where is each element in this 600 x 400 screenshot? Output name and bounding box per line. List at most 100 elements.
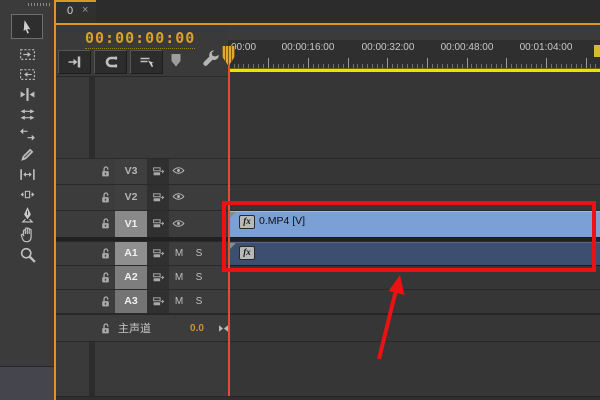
solo-button[interactable]: S — [189, 265, 209, 289]
tab-sequence-0[interactable] — [56, 0, 96, 23]
ruler-tick — [545, 58, 547, 68]
track-target-button[interactable]: V2 — [115, 184, 147, 210]
sync-lock-icon — [152, 247, 165, 260]
divider — [56, 184, 600, 185]
insert-overwrite-nest-button[interactable] — [58, 50, 91, 74]
track-target-button[interactable]: V1 — [115, 210, 147, 237]
lock-icon — [99, 191, 112, 204]
track-lock-toggle[interactable] — [95, 210, 115, 237]
audio-clip[interactable]: fx — [229, 242, 600, 266]
eye-icon — [172, 164, 186, 178]
mute-button[interactable]: M — [169, 265, 189, 289]
sync-lock-icon — [152, 295, 165, 308]
lock-icon — [99, 271, 112, 284]
pen-icon — [19, 206, 36, 223]
ruler-tick — [387, 58, 389, 68]
marker-icon — [168, 52, 184, 68]
tab-close-icon[interactable]: × — [82, 4, 88, 16]
hand-tool[interactable] — [13, 224, 41, 244]
rate-stretch-icon — [19, 126, 36, 143]
divider — [56, 289, 600, 290]
track-header-a3: A3 M S — [56, 289, 228, 313]
sync-lock-toggle[interactable] — [147, 241, 169, 265]
track-output-toggle[interactable] — [169, 210, 189, 237]
magnet-icon — [103, 54, 119, 70]
tools-panel-grip[interactable] — [28, 3, 52, 6]
solo-button[interactable]: S — [189, 289, 209, 313]
pen-tool[interactable] — [13, 204, 41, 224]
playhead-timecode[interactable]: 00:00:00:00 — [85, 29, 196, 49]
sync-lock-icon — [152, 217, 165, 230]
zoom-tool[interactable] — [13, 244, 41, 264]
track-lock-toggle[interactable] — [95, 158, 115, 184]
track-target-button[interactable]: V3 — [115, 158, 147, 184]
track-select-forward-tool[interactable] — [13, 44, 41, 64]
lock-icon — [99, 217, 112, 230]
ruler-tick — [585, 58, 587, 68]
fx-badge[interactable]: fx — [239, 215, 255, 229]
divider — [56, 341, 600, 342]
slip-tool[interactable] — [13, 164, 41, 184]
selection-tool[interactable] — [11, 14, 43, 39]
hand-icon — [19, 226, 36, 243]
track-lock-toggle[interactable] — [95, 241, 115, 265]
ripple-edit-tool[interactable] — [13, 84, 41, 104]
slide-icon — [19, 186, 36, 203]
ruler-tick — [307, 58, 309, 68]
fx-badge[interactable]: fx — [239, 246, 255, 260]
eye-icon — [172, 190, 186, 204]
tab-bar — [56, 0, 600, 23]
sync-lock-toggle[interactable] — [147, 158, 169, 184]
track-header-a2: A2 M S — [56, 265, 228, 289]
track-forward-icon — [19, 46, 36, 63]
slide-tool[interactable] — [13, 184, 41, 204]
track-lock-toggle[interactable] — [95, 265, 115, 289]
track-lock-toggle[interactable] — [95, 184, 115, 210]
wrench-icon — [201, 50, 220, 69]
lock-icon — [99, 322, 112, 335]
time-ruler[interactable]: 00:00 00:00:16:00 00:00:32:00 00:00:48:00 00… — [228, 40, 600, 68]
divider — [56, 158, 600, 159]
sync-lock-toggle[interactable] — [147, 184, 169, 210]
track-output-toggle[interactable] — [169, 184, 189, 210]
sync-lock-icon — [152, 271, 165, 284]
track-target-button[interactable]: A3 — [115, 289, 147, 313]
nest-icon — [67, 54, 83, 70]
sync-lock-toggle[interactable] — [147, 210, 169, 237]
video-clip[interactable]: fx 0.MP4 [V] — [229, 211, 600, 238]
track-target-button[interactable]: A1 — [115, 241, 147, 265]
mute-button[interactable]: M — [169, 289, 189, 313]
sync-lock-toggle[interactable] — [147, 265, 169, 289]
master-track-label: 主声道 — [118, 323, 151, 335]
playhead-line — [228, 57, 230, 396]
ruler-time-label: 00:00:16:00 — [281, 42, 335, 53]
linked-selection-button[interactable] — [130, 50, 163, 74]
magnifier-icon — [19, 246, 36, 263]
track-target-button[interactable]: A2 — [115, 265, 147, 289]
track-header-v2: V2 — [56, 184, 228, 210]
ripple-icon — [19, 86, 36, 103]
solo-button[interactable]: S — [189, 241, 209, 265]
mute-button[interactable]: M — [169, 241, 189, 265]
master-volume-value[interactable]: 0.0 — [180, 315, 214, 341]
rate-stretch-tool[interactable] — [13, 124, 41, 144]
track-lock-toggle[interactable] — [95, 289, 115, 313]
snap-button[interactable] — [94, 50, 127, 74]
clip-fade-corner[interactable] — [229, 212, 236, 219]
work-area-end-handle[interactable] — [594, 45, 600, 57]
tab-title[interactable]: 0 — [67, 5, 73, 17]
clip-fade-corner[interactable] — [229, 243, 236, 250]
razor-tool[interactable] — [13, 144, 41, 164]
timeline-settings-button[interactable] — [201, 50, 220, 69]
track-header-v3: V3 — [56, 158, 228, 184]
ruler-time-label: 00:01:04:00 — [519, 42, 573, 53]
rolling-edit-tool[interactable] — [13, 104, 41, 124]
track-select-backward-tool[interactable] — [13, 64, 41, 84]
razor-icon — [19, 146, 36, 163]
sync-lock-toggle[interactable] — [147, 289, 169, 313]
add-marker-button[interactable] — [168, 52, 184, 68]
track-output-toggle[interactable] — [169, 158, 189, 184]
ruler-tick — [268, 58, 270, 68]
lock-icon[interactable] — [95, 315, 115, 341]
clip-label: 0.MP4 [V] — [259, 215, 306, 227]
